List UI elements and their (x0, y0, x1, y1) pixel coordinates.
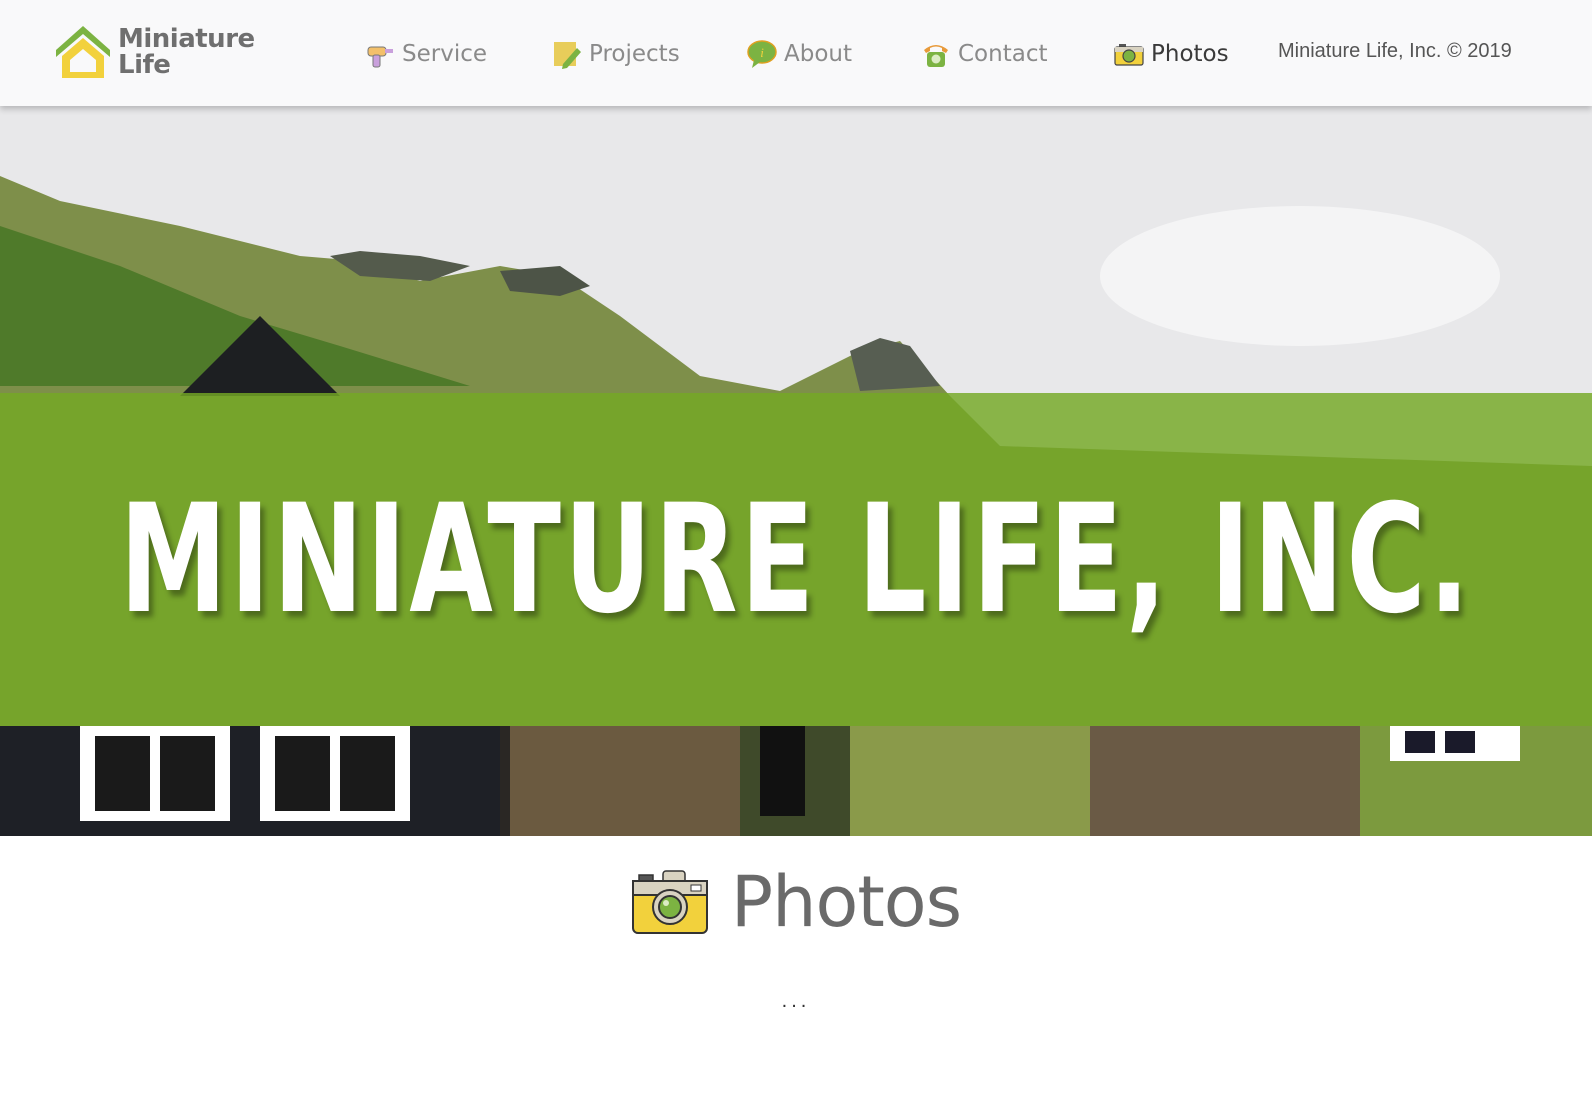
site-header: Miniature Life Service Projects i About … (0, 0, 1592, 106)
telephone-icon (924, 45, 948, 67)
hero-banner: Miniature Life, Inc. (0, 106, 1592, 836)
nav-label-service: Service (402, 41, 488, 67)
logo[interactable]: Miniature Life (50, 20, 280, 84)
camera-icon (1114, 44, 1144, 66)
note-pencil-icon (554, 42, 581, 69)
page-title: Photos (730, 861, 962, 943)
hero-title: Miniature Life, Inc. (119, 472, 1473, 647)
info-bubble-icon: i (747, 40, 777, 68)
section-body-placeholder: ... (781, 990, 811, 1012)
svg-text:i: i (760, 45, 764, 60)
nav-label-photos: Photos (1151, 41, 1229, 67)
logo-line-2: Life (118, 50, 171, 80)
nav-item-contact[interactable]: Contact (920, 34, 1047, 74)
nav-label-contact: Contact (958, 41, 1048, 67)
camera-icon (631, 870, 708, 934)
logo-text: Miniature Life (118, 26, 255, 78)
copyright-text: Miniature Life, Inc. © 2019 (1278, 40, 1512, 62)
house-logo-icon (56, 26, 110, 78)
nav-item-service[interactable]: Service (364, 34, 487, 74)
nav-item-projects[interactable]: Projects (551, 34, 680, 74)
logo-line-1: Miniature (118, 24, 255, 54)
nav-item-about[interactable]: i About (746, 34, 852, 74)
nav-label-about: About (784, 41, 853, 67)
nav-item-photos[interactable]: Photos (1113, 34, 1229, 74)
nav-label-projects: Projects (589, 41, 680, 67)
hero-title-band: Miniature Life, Inc. (0, 393, 1592, 726)
drill-icon (367, 46, 393, 68)
section-heading: Photos (0, 861, 1592, 943)
